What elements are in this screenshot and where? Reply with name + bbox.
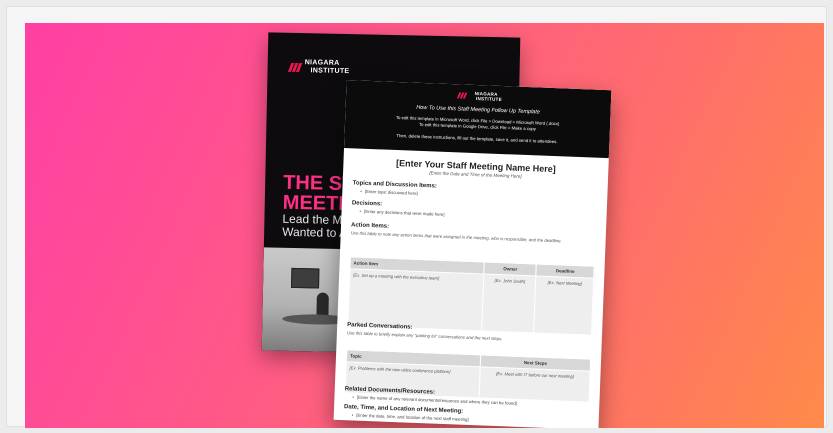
action-items-heading: Action Items:	[350, 222, 390, 230]
decisions-heading: Decisions:	[351, 200, 383, 208]
topics-bullet: [Enter topic discussed here]	[360, 189, 418, 196]
doc-brand-logo: NIAGARA INSTITUTE	[456, 90, 502, 102]
parked-heading: Parked Conversations:	[347, 322, 413, 331]
brand-mark-icon	[287, 62, 303, 72]
cell-next-steps: [Ex. Meet with IT before our next meetin…	[479, 366, 591, 403]
instruction-final: Then, delete these instructions, fill ou…	[396, 132, 558, 145]
action-items-note: Use this table to note any action items …	[350, 230, 562, 244]
decisions-bullet: [Enter any decisions that were made here…	[360, 209, 445, 217]
image-frame: NIAGARA INSTITUTE THE ST MEETI Lead the …	[6, 6, 827, 428]
brand-logo: NIAGARA INSTITUTE	[287, 59, 350, 76]
hero-image: NIAGARA INSTITUTE THE ST MEETI Lead the …	[25, 23, 824, 428]
tv-screen	[291, 267, 320, 289]
document-header: NIAGARA INSTITUTE How To Use this Staff …	[344, 80, 612, 159]
cell-deadline: [Ex. Next Meeting]	[534, 275, 594, 336]
brand-mark-icon	[456, 92, 468, 99]
cell-action-item: [Ex. Set up a meeting with the executive…	[347, 268, 484, 331]
parked-note: Use this table to briefly explain any "p…	[346, 330, 503, 342]
brand-name-line2: INSTITUTE	[310, 67, 350, 76]
parked-table: Topic Next Steps [Ex. Problems with the …	[345, 349, 592, 403]
cell-owner: [Ex. John Smith]	[481, 273, 537, 333]
person-silhouette	[316, 292, 329, 317]
template-document: NIAGARA INSTITUTE How To Use this Staff …	[333, 80, 612, 428]
